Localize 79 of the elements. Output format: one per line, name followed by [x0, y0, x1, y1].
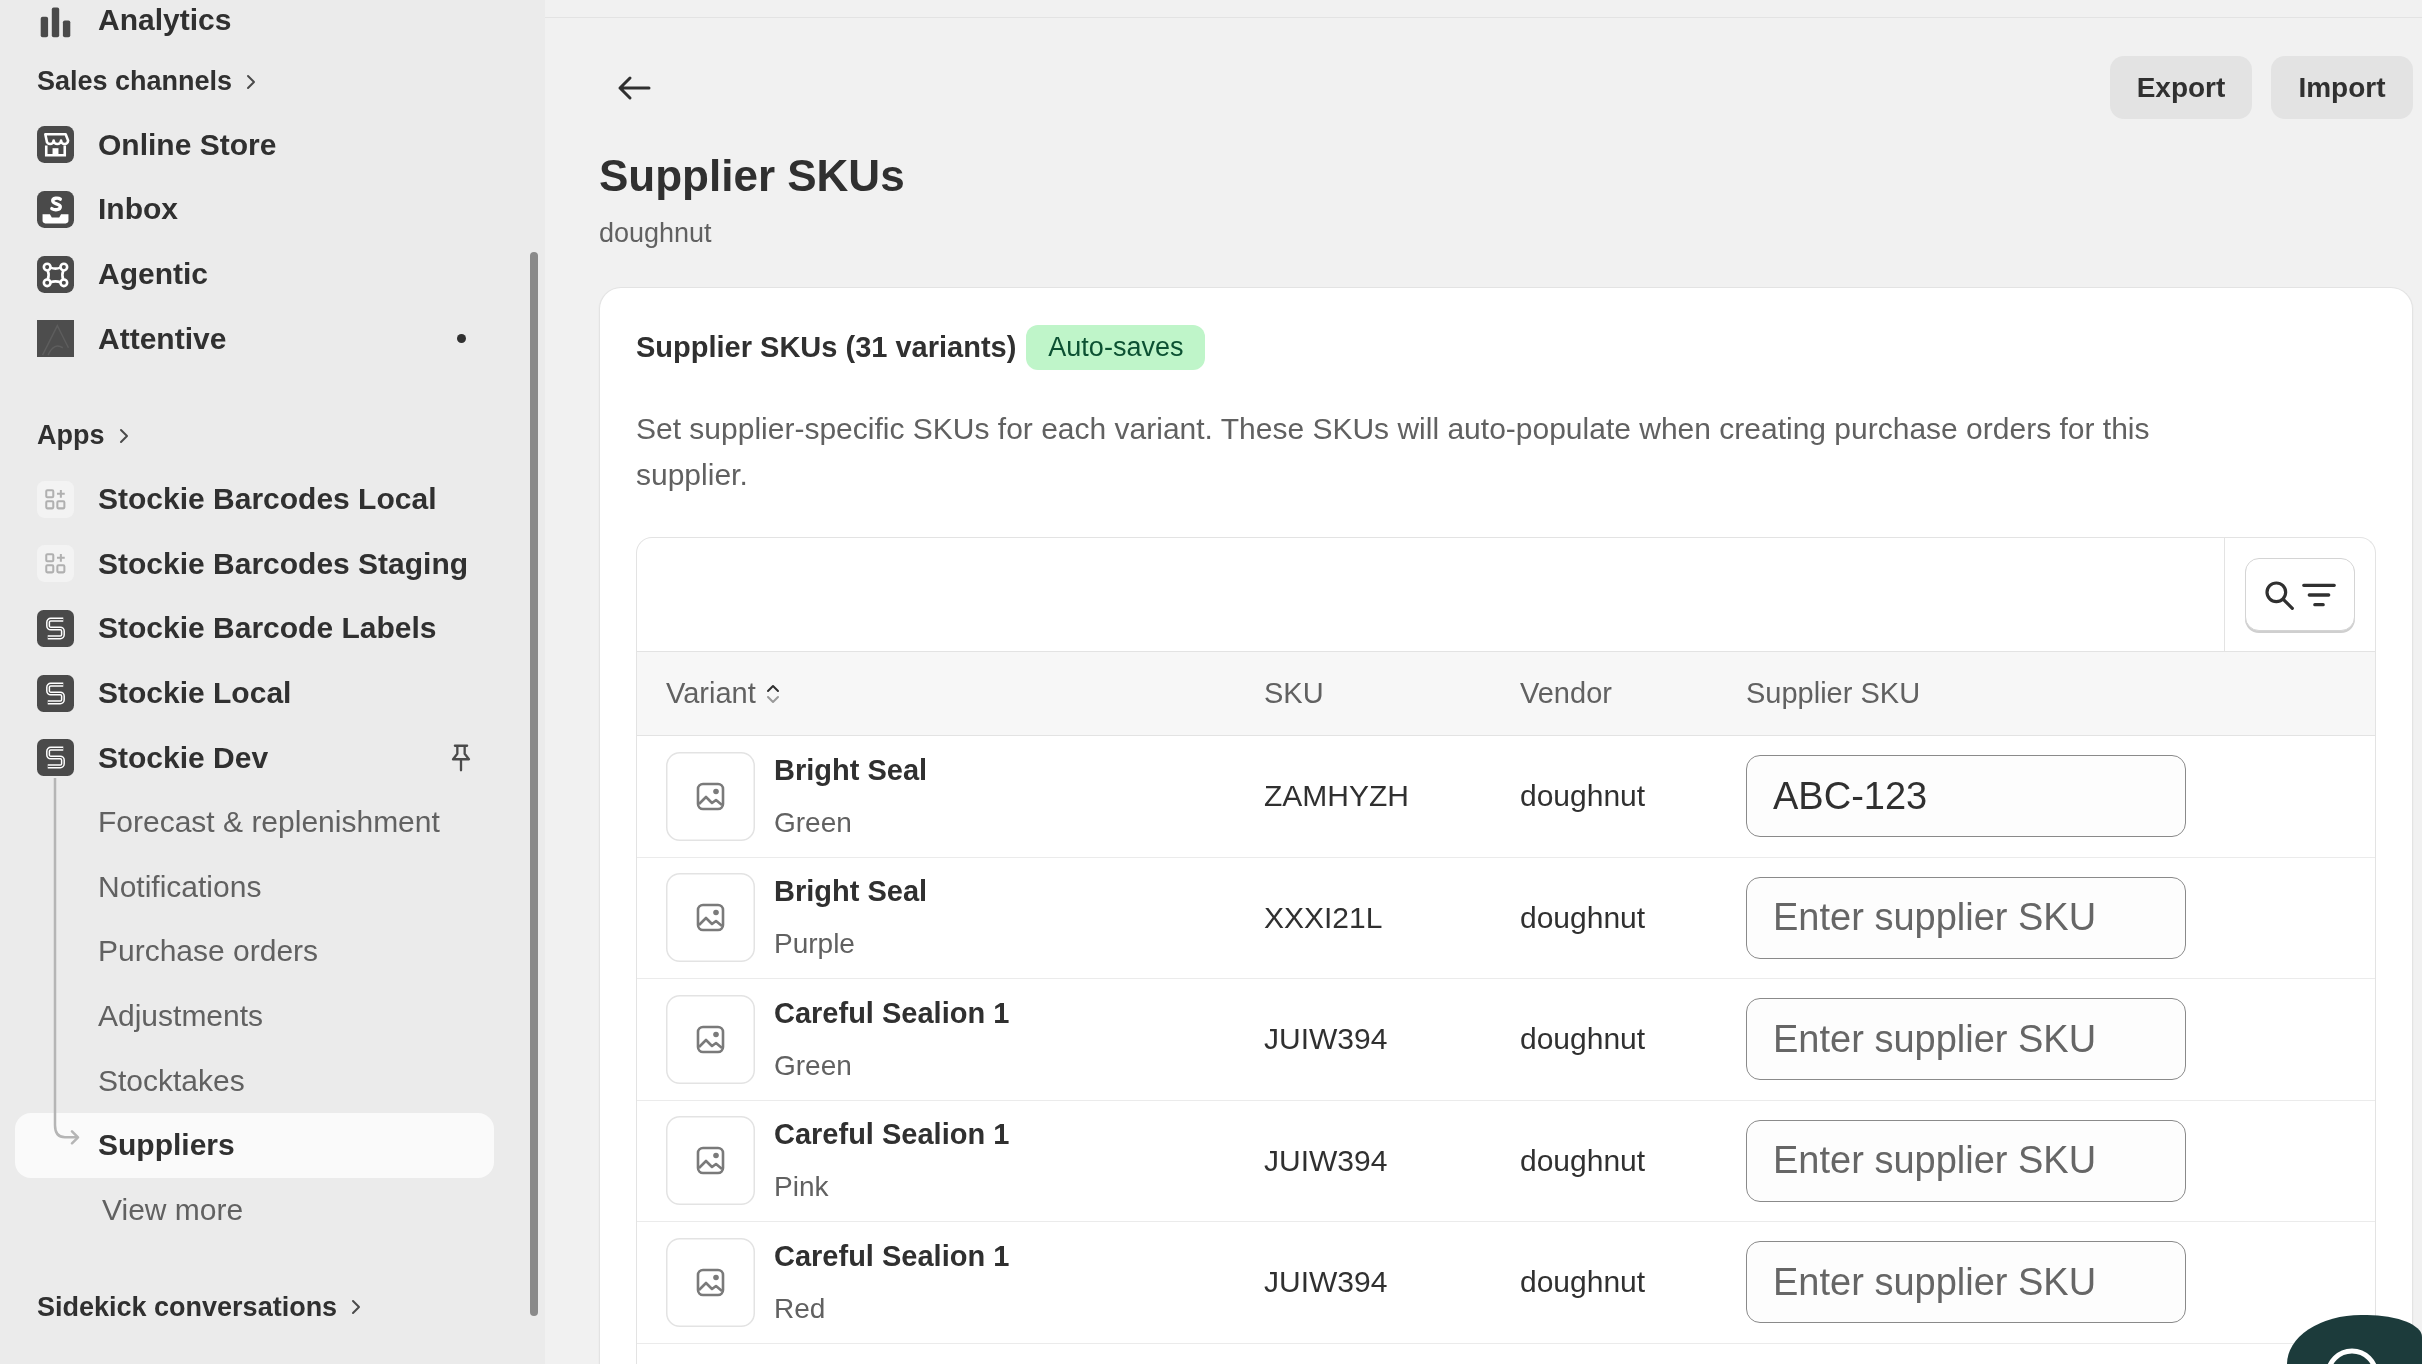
sidebar-subitem[interactable]: Suppliers	[15, 1112, 494, 1178]
section-header[interactable]: Sidekick conversations	[37, 1287, 362, 1328]
variant-name: Careful Sealion 1	[774, 995, 1010, 1031]
app-grid-icon	[37, 545, 74, 583]
vendor-name: doughnut	[1520, 1265, 1646, 1300]
ring-icon	[2325, 1347, 2379, 1364]
action-button[interactable]: Export	[2110, 56, 2252, 119]
storefront-icon	[37, 126, 74, 164]
supplier-sku-input[interactable]: Enter supplier SKU	[1746, 1241, 2186, 1324]
card-description: Set supplier-specific SKUs for each variant. These SKUs will auto-populate when creating purchase orders for this supplier.	[636, 411, 2151, 493]
view-more-link[interactable]: View more	[102, 1192, 244, 1227]
sidebar-item[interactable]: Stockie Barcodes Staging	[37, 545, 474, 583]
sidebar-item[interactable]: Inbox	[37, 191, 474, 228]
sidebar-subitem[interactable]: Notifications	[15, 854, 494, 920]
auto-save-badge: Auto-saves	[1026, 325, 1206, 370]
image-placeholder-icon	[666, 873, 755, 963]
logo-tile-icon	[37, 320, 74, 358]
card-title: Supplier SKUs (31 variants)	[636, 330, 1017, 365]
vendor-name: doughnut	[1520, 779, 1646, 814]
image-placeholder-icon	[666, 751, 755, 841]
sort-button[interactable]: Variant	[666, 677, 780, 710]
variant-name: Bright Seal	[774, 752, 928, 788]
vendor-name: doughnut	[1520, 1022, 1646, 1057]
search-filter-button[interactable]	[2245, 558, 2355, 631]
sidebar-item[interactable]: Stockie Local	[37, 674, 474, 712]
variant-option: Red	[774, 1289, 826, 1328]
variant-option: Purple	[774, 925, 855, 964]
s-logo-icon	[37, 609, 74, 647]
variant-name: Careful Sealion 1	[774, 1238, 1010, 1274]
vendor-name: doughnut	[1520, 1143, 1646, 1178]
page-title: Supplier SKUs	[599, 151, 905, 201]
variant-option: Green	[774, 803, 852, 842]
sidebar-subitem[interactable]: Purchase orders	[15, 919, 494, 984]
variant-name: Careful Sealion 1	[774, 1117, 1010, 1153]
sidebar-item[interactable]: Attentive	[37, 320, 457, 358]
sku-code: XXXI21L	[1264, 900, 1383, 935]
variant-name: Bright Seal	[774, 874, 928, 910]
pin-icon[interactable]	[450, 742, 472, 773]
sidebar-subitem[interactable]: Forecast & replenishment	[15, 789, 494, 855]
column-header: Vendor	[1520, 677, 1612, 710]
sidebar-subitem[interactable]: Adjustments	[15, 983, 494, 1049]
supplier-sku-input[interactable]: Enter supplier SKU	[1746, 876, 2186, 959]
image-placeholder-icon	[666, 1116, 755, 1206]
s-logo-icon	[37, 674, 74, 712]
sku-code: ZAMHYZH	[1264, 779, 1409, 814]
arrow-left-icon	[617, 74, 651, 101]
column-header: Supplier SKU	[1746, 677, 1921, 710]
sku-code: JUIW394	[1264, 1143, 1388, 1178]
search-icon	[2263, 578, 2295, 611]
sidebar-item[interactable]: Online Store	[37, 126, 474, 164]
supplier-sku-input[interactable]: Enter supplier SKU	[1746, 1119, 2186, 1202]
app-grid-icon	[37, 480, 74, 518]
variant-option: Pink	[774, 1168, 829, 1207]
sidebar-subitem[interactable]: Stocktakes	[15, 1048, 494, 1113]
action-button[interactable]: Import	[2271, 56, 2413, 119]
column-header: SKU	[1264, 677, 1324, 710]
sidebar-item[interactable]: Stockie Barcode Labels	[37, 609, 474, 647]
chevron-right-icon	[118, 427, 129, 444]
chevron-right-icon	[246, 73, 257, 90]
inbox-tray-icon	[37, 191, 74, 228]
scrollbar[interactable]	[530, 252, 538, 1316]
nodes-icon	[37, 255, 74, 293]
sidebar-item[interactable]: Analytics	[37, 1, 474, 39]
sidebar-item[interactable]: Stockie Barcodes Local	[37, 480, 474, 518]
vendor-name: doughnut	[1520, 900, 1646, 935]
supplier-sku-input[interactable]: ABC-123	[1746, 755, 2186, 838]
variant-option: Green	[774, 1046, 852, 1085]
s-logo-icon	[37, 739, 74, 777]
section-header[interactable]: Apps	[37, 415, 129, 456]
chevron-right-icon	[351, 1299, 362, 1316]
sku-code: JUIW394	[1264, 1265, 1388, 1300]
supplier-sku-input[interactable]: Enter supplier SKU	[1746, 998, 2186, 1081]
sku-code: JUIW394	[1264, 1022, 1388, 1057]
sidebar-item[interactable]: Stockie Dev	[37, 739, 450, 777]
sidebar-item[interactable]: Agentic	[37, 255, 474, 293]
image-placeholder-icon	[666, 1237, 755, 1327]
section-header[interactable]: Sales channels	[37, 61, 257, 102]
image-placeholder-icon	[666, 994, 755, 1084]
page-subtitle: doughnut	[599, 217, 712, 250]
